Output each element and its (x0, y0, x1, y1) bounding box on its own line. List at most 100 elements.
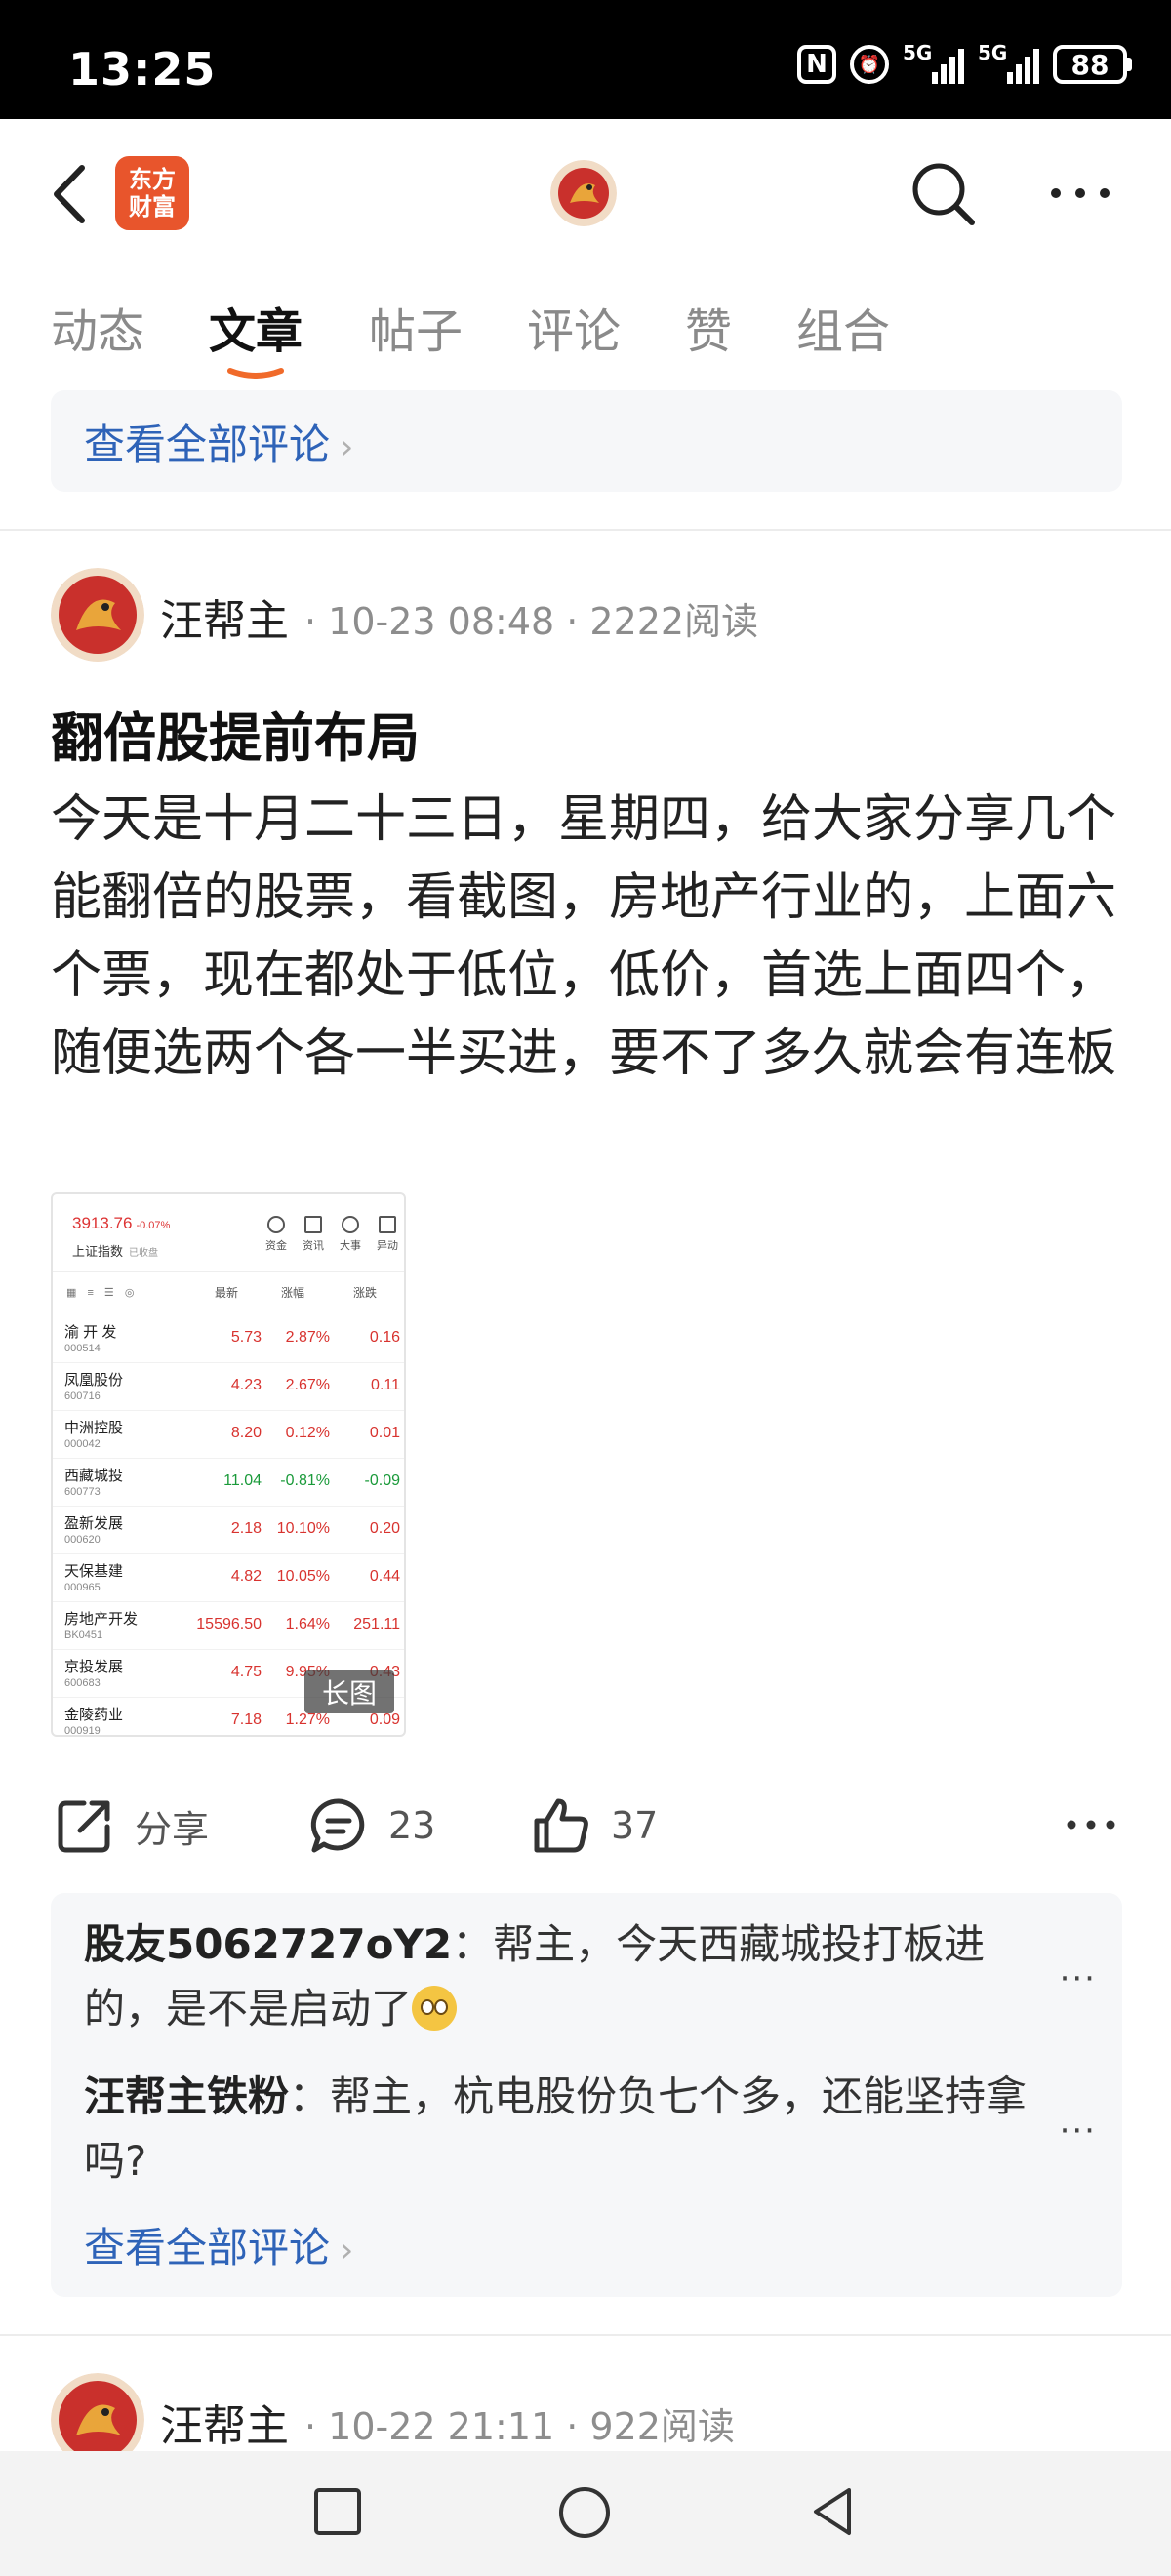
stock-code: 600716 (64, 1390, 101, 1402)
stock-pct: 10.10% (276, 1520, 330, 1537)
stock-price: 5.73 (230, 1329, 262, 1346)
stock-name: 西藏城投 (64, 1468, 124, 1484)
stock-code: 600773 (64, 1486, 101, 1498)
speaker-icon (342, 1216, 359, 1233)
stock-name: 京投发展 (64, 1659, 124, 1675)
thumbs-up-icon (534, 1798, 588, 1853)
index-change: -0.07% (136, 1220, 171, 1231)
logo-text-line1: 东方 (129, 166, 176, 193)
recents-button-icon[interactable] (310, 2484, 365, 2539)
view-all-comments-link[interactable]: 查看全部评论 › (84, 412, 353, 471)
events-button: 大事 (340, 1216, 361, 1253)
comment-user[interactable]: 股友5062727oY2 (84, 1920, 452, 1968)
col-pct: 涨幅 (281, 1286, 305, 1300)
like-count: 37 (611, 1804, 659, 1847)
top-header: 东方 财富 (0, 119, 1171, 265)
stock-row: 渝 开 发 000514 5.73 2.87% 0.16 (53, 1315, 404, 1363)
post-more-icon[interactable] (1064, 1817, 1118, 1832)
news-button: 资讯 (303, 1216, 324, 1253)
more-icon[interactable] (1046, 180, 1114, 207)
post-author[interactable]: 汪帮主 (160, 2391, 289, 2453)
tab-dynamic[interactable]: 动态 (51, 293, 144, 361)
comment-user[interactable]: 汪帮主铁粉 (84, 2073, 289, 2120)
fund-button: 资金 (265, 1216, 287, 1253)
tab-articles[interactable]: 文章 (209, 293, 303, 361)
view-all-comments-link[interactable]: 查看全部评论 › (84, 2215, 353, 2274)
stock-price: 4.82 (230, 1568, 262, 1585)
stock-code: 000919 (64, 1725, 101, 1737)
status-bar: 13:25 N ⏰ 5G 5G 88 (0, 0, 1171, 119)
logo-text-line2: 财富 (129, 193, 176, 221)
comments-panel: 股友5062727oY2：帮主，今天西藏城投打板进的，是不是启动了 ··· 汪帮… (51, 1893, 1122, 2297)
share-button[interactable]: 分享 (55, 1795, 209, 1856)
comment-more-icon[interactable]: ··· (1060, 1959, 1097, 1998)
index-header: 3913.76 -0.07% 上证指数 已收盘 资金 资讯 大事 异动 (53, 1194, 404, 1272)
battery-icon: 88 (1053, 45, 1132, 84)
stock-name: 盈新发展 (64, 1515, 124, 1532)
tab-posts[interactable]: 帖子 (369, 293, 463, 361)
post-body[interactable]: 今天是十月二十三日，星期四，给大家分享几个能翻倍的股票，看截图，房地产行业的，上… (51, 781, 1134, 1093)
previous-post-comments: 查看全部评论 › (51, 390, 1122, 492)
stock-row: 盈新发展 000620 2.18 10.10% 0.20 (53, 1507, 404, 1554)
stock-price: 2.18 (230, 1520, 262, 1537)
post-meta: · 10-23 08:48 · 2222阅读 (304, 600, 759, 643)
chevron-right-icon: › (340, 427, 354, 467)
comment-button[interactable]: 23 (308, 1795, 435, 1856)
view-toggle-icons: ▦ ≡ ☰ ◎ (66, 1287, 139, 1299)
chevron-right-icon: › (340, 2231, 354, 2271)
stock-code: 000042 (64, 1438, 101, 1450)
stock-pct: 2.67% (285, 1377, 330, 1393)
stock-row: 天保基建 000965 4.82 10.05% 0.44 (53, 1554, 404, 1602)
search-icon[interactable] (908, 158, 978, 228)
flushed-emoji-icon (412, 1986, 458, 2031)
stock-pct: 2.87% (285, 1329, 330, 1346)
profile-tabs: 动态 文章 帖子 评论 赞 组合 (0, 283, 1171, 390)
tab-likes[interactable]: 赞 (685, 293, 732, 361)
post-author[interactable]: 汪帮主 (160, 585, 289, 648)
stock-chg: 0.20 (369, 1520, 400, 1537)
stock-pct: 0.12% (285, 1425, 330, 1441)
app-logo[interactable]: 东方 财富 (115, 156, 189, 230)
stock-price: 8.20 (230, 1425, 262, 1441)
stock-pct: 1.27% (285, 1711, 330, 1728)
stock-chg: 0.09 (369, 1711, 400, 1728)
comment-more-icon[interactable]: ··· (1060, 2112, 1097, 2151)
active-tab-indicator (227, 368, 284, 379)
system-nav-bar (0, 2451, 1171, 2576)
stock-price: 15596.50 (196, 1616, 262, 1632)
stock-name: 凤凰股份 (64, 1372, 124, 1389)
post-title[interactable]: 翻倍股提前布局 (51, 695, 420, 772)
stock-code: 000965 (64, 1582, 101, 1593)
home-button-icon[interactable] (556, 2484, 613, 2541)
back-button-icon[interactable] (806, 2484, 861, 2539)
stock-pct: 1.64% (285, 1616, 330, 1632)
index-value: 3913.76 -0.07% (72, 1214, 170, 1233)
post-meta: · 10-22 21:11 · 922阅读 (304, 2405, 735, 2448)
col-chg: 涨跌 (353, 1286, 378, 1300)
tab-portfolio[interactable]: 组合 (796, 293, 890, 361)
like-button[interactable]: 37 (531, 1795, 658, 1856)
abnormal-button: 异动 (377, 1216, 398, 1253)
abnormal-icon (379, 1216, 396, 1233)
author-avatar[interactable] (51, 568, 144, 662)
comment-item[interactable]: 股友5062727oY2：帮主，今天西藏城投打板进的，是不是启动了 (84, 1912, 1060, 2041)
stock-pct: 10.05% (276, 1568, 330, 1585)
index-value-number: 3913.76 (72, 1214, 133, 1232)
stock-name: 金陵药业 (64, 1707, 124, 1723)
stock-row: 房地产开发 BK0451 15596.50 1.64% 251.11 (53, 1602, 404, 1650)
post-image[interactable]: 3913.76 -0.07% 上证指数 已收盘 资金 资讯 大事 异动 ▦ ≡ ☰ … (51, 1192, 406, 1737)
comment-colon: ： (452, 1920, 494, 1968)
network-label: 5G (978, 41, 1008, 64)
share-label: 分享 (135, 1807, 210, 1851)
stock-chg: 0.11 (371, 1377, 400, 1393)
stock-price: 4.23 (230, 1377, 262, 1393)
tab-comments[interactable]: 评论 (527, 293, 621, 361)
comment-item[interactable]: 汪帮主铁粉：帮主，杭电股份负七个多，还能坚持拿吗? (84, 2065, 1060, 2194)
back-arrow-icon[interactable] (47, 160, 96, 228)
stock-chg: 0.16 (369, 1329, 400, 1346)
index-buttons: 资金 资讯 大事 异动 (265, 1216, 398, 1253)
index-name-text: 上证指数 (72, 1244, 124, 1259)
avatar-icon[interactable] (550, 160, 617, 226)
stock-name: 渝 开 发 (64, 1324, 117, 1341)
stock-row: 西藏城投 600773 11.04 -0.81% -0.09 (53, 1459, 404, 1507)
